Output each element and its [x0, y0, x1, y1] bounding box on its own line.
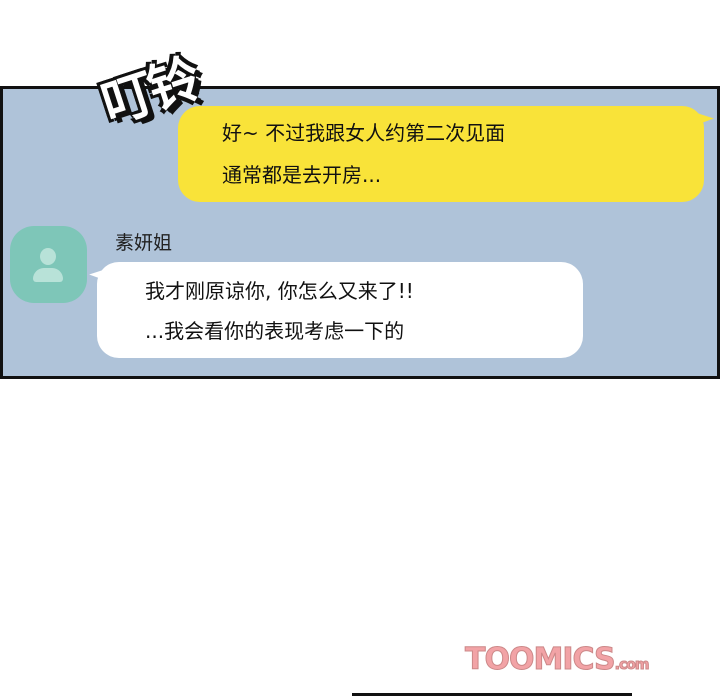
toomics-watermark: TOOMICS.com [465, 642, 650, 678]
divider [352, 693, 632, 696]
message-line: ...我会看你的表现考虑一下的 [145, 319, 405, 343]
message-line: 好~ 不过我跟女人约第二次见面 [222, 121, 506, 145]
person-icon [40, 248, 56, 265]
self-message-bubble: 好~ 不过我跟女人约第二次见面 通常都是去开房... [178, 106, 704, 202]
received-message-bubble: 我才刚原谅你, 你怎么又来了!! ...我会看你的表现考虑一下的 [97, 262, 583, 358]
message-line: 我才刚原谅你, 你怎么又来了!! [145, 279, 414, 303]
sender-name: 素妍姐 [115, 232, 173, 254]
avatar [10, 226, 87, 303]
message-line: 通常都是去开房... [222, 163, 382, 187]
